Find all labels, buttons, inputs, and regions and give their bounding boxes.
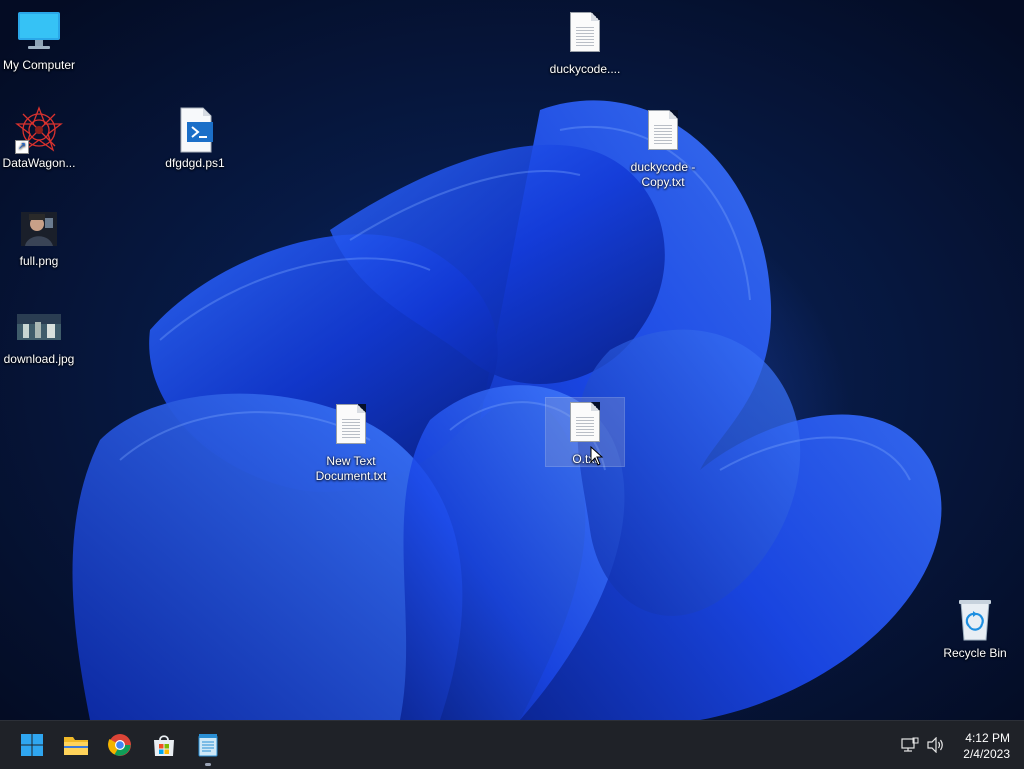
shortcut-arrow-icon: ↗ — [15, 140, 29, 154]
notepad-icon — [198, 734, 218, 757]
desktop-icon-duckycode-copy[interactable]: duckycode - Copy.txt — [624, 106, 702, 190]
desktop-icon-label: O.txt — [572, 452, 598, 466]
datawagon-shortcut-icon: ↗ — [15, 106, 63, 154]
chrome-icon — [108, 734, 131, 756]
clock-time: 4:12 PM — [965, 731, 1010, 745]
microsoft-store-icon — [154, 735, 174, 756]
chrome-button[interactable] — [104, 729, 136, 761]
recycle-bin-icon — [951, 596, 999, 644]
desktop[interactable]: My Computer ↗ DataWagon... full.png down… — [0, 0, 1024, 720]
desktop-icon-duckycode[interactable]: duckycode.... — [546, 8, 624, 77]
text-file-icon — [327, 404, 375, 452]
folder-icon — [64, 737, 88, 755]
volume-tray-button[interactable] — [922, 729, 950, 761]
desktop-icon-full-png[interactable]: full.png — [0, 204, 78, 269]
desktop-icon-o-txt[interactable]: O.txt — [545, 397, 625, 467]
network-icon — [901, 737, 919, 752]
desktop-icon-new-text-document[interactable]: New Text Document.txt — [312, 400, 390, 484]
desktop-icon-label: Recycle Bin — [943, 646, 1007, 660]
desktop-icon-label: DataWagon... — [2, 156, 76, 170]
image-thumbnail-icon — [15, 204, 63, 252]
file-explorer-button[interactable] — [60, 729, 92, 761]
start-button[interactable] — [16, 729, 48, 761]
clock[interactable]: 4:12 PM 2/4/2023 — [963, 730, 1010, 762]
text-file-icon — [561, 402, 609, 450]
mouse-cursor-icon — [590, 446, 604, 466]
text-file-icon — [561, 12, 609, 60]
notepad-button[interactable] — [192, 729, 224, 761]
network-tray-button[interactable] — [896, 729, 924, 761]
desktop-icon-recycle-bin[interactable]: Recycle Bin — [936, 596, 1014, 661]
monitor-icon — [15, 8, 63, 56]
desktop-icon-my-computer[interactable]: My Computer — [0, 8, 78, 73]
desktop-icon-label: dfgdgd.ps1 — [165, 156, 225, 170]
microsoft-store-button[interactable] — [148, 729, 180, 761]
desktop-icon-download-jpg[interactable]: download.jpg — [0, 302, 78, 367]
windows-logo-icon — [21, 734, 43, 756]
taskbar: 4:12 PM 2/4/2023 — [0, 720, 1024, 769]
image-thumbnail-icon — [15, 302, 63, 350]
wallpaper-bloom — [72, 100, 942, 720]
desktop-icon-label: full.png — [19, 254, 59, 268]
notepad-active-indicator — [205, 763, 211, 766]
clock-date: 2/4/2023 — [963, 747, 1010, 761]
desktop-icon-dfgdgd-ps1[interactable]: dfgdgd.ps1 — [156, 106, 234, 171]
desktop-icon-label: New Text Document.txt — [315, 454, 387, 483]
desktop-icon-label: download.jpg — [3, 352, 75, 366]
volume-icon — [927, 737, 943, 753]
desktop-icon-label: duckycode.... — [549, 62, 621, 76]
desktop-icon-label: My Computer — [2, 58, 76, 72]
desktop-icon-label: duckycode - Copy.txt — [630, 160, 696, 189]
text-file-icon — [639, 110, 687, 158]
desktop-icon-datawagon[interactable]: ↗ DataWagon... — [0, 106, 78, 171]
powershell-file-icon — [171, 106, 219, 154]
